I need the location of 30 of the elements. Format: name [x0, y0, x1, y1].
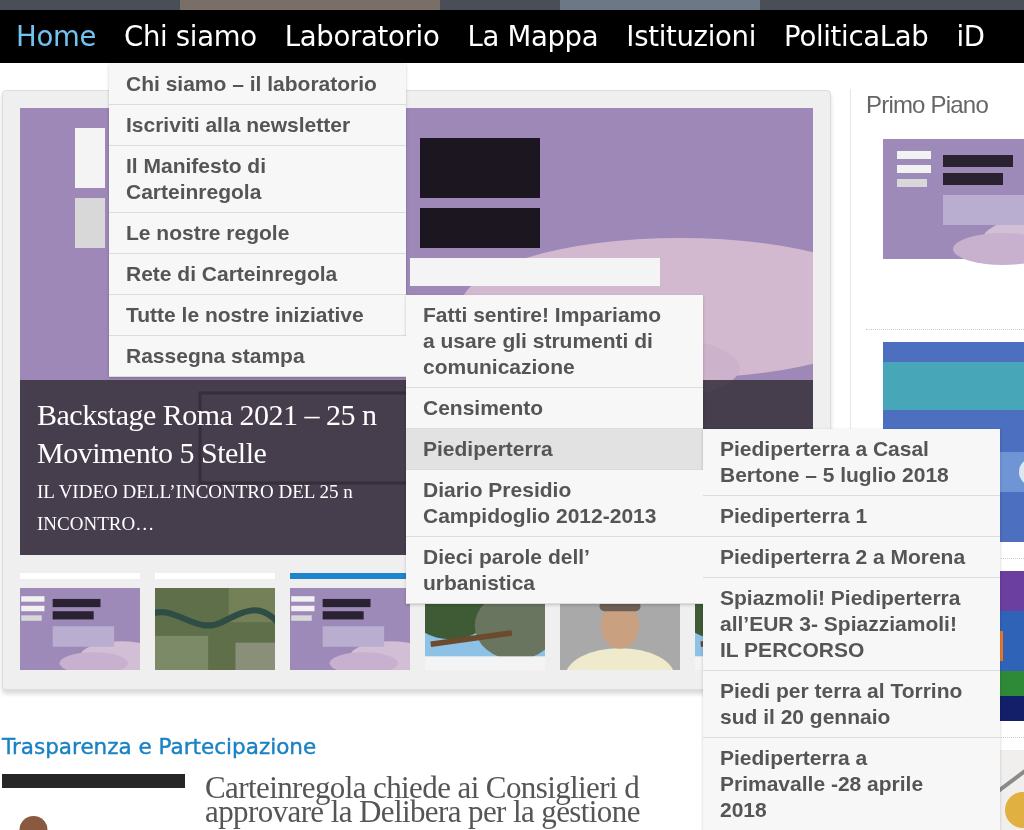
nav-link[interactable]: Chi siamo	[110, 10, 271, 63]
menu-item[interactable]: Piediperterra 1	[703, 496, 1000, 537]
slide-excerpt: IL VIDEO DELL’INCONTRO DEL 25 n INCONTRO…	[37, 480, 353, 536]
menu-item[interactable]: Diario Presidio Campidoglio 2012-2013	[406, 470, 703, 537]
menu-item[interactable]: Piediperterra a Casal Bertone – 5 luglio 2018	[703, 429, 1000, 496]
nav-link[interactable]: PoliticaLab	[770, 10, 943, 63]
menu-item[interactable]: Il Manifesto di Carteinregola	[109, 146, 406, 213]
menu-item[interactable]: Spiazmoli! Piediperterra all’EUR 3- Spiazziamoli! IL PERCORSO	[703, 578, 1000, 671]
nav-link[interactable]: iD	[942, 10, 999, 63]
menu-item[interactable]: Rassegna stampa	[109, 336, 406, 377]
menu-item[interactable]: Piediperterra	[406, 429, 703, 470]
nav-link[interactable]: Istituzioni	[612, 10, 771, 63]
menu-item[interactable]: Piedi per terra al Torrino sud il 20 gennaio	[703, 671, 1000, 738]
menu-item[interactable]: Fatti sentire! Impariamo a usare gli strumenti di comunicazione	[406, 295, 703, 388]
menu-item[interactable]: Dieci parole dell’ urbanistica	[406, 537, 703, 604]
menu-item[interactable]: Tutte le nostre iniziative	[109, 295, 406, 336]
menu-item[interactable]: Le nostre regole	[109, 213, 406, 254]
nav-link[interactable]: Home	[2, 10, 110, 63]
menu-item[interactable]: Piediperterra 2 a Morena	[703, 537, 1000, 578]
article-title[interactable]: Carteinregola chiede ai Consiglieri d approvare la Delibera per la gestione	[205, 774, 640, 830]
slide-title: Backstage Roma 2021 – 25 n Movimento 5 Stelle	[37, 397, 377, 471]
section-title: Trasparenza e Partecipazione	[2, 733, 317, 761]
menu-item[interactable]: Piediperterra a Primavalle -28 aprile 2018	[703, 738, 1000, 830]
menu-item[interactable]: Censimento	[406, 388, 703, 429]
sidebar-title: Primo Piano	[866, 90, 989, 120]
nav-link[interactable]: Laboratorio	[270, 10, 454, 63]
menu-item[interactable]: Chi siamo – il laboratorio	[109, 64, 406, 105]
nav-link[interactable]: La Mappa	[453, 10, 613, 63]
menu-item[interactable]: Rete di Carteinregola	[109, 254, 406, 295]
menu-item[interactable]: Iscriviti alla newsletter	[109, 105, 406, 146]
